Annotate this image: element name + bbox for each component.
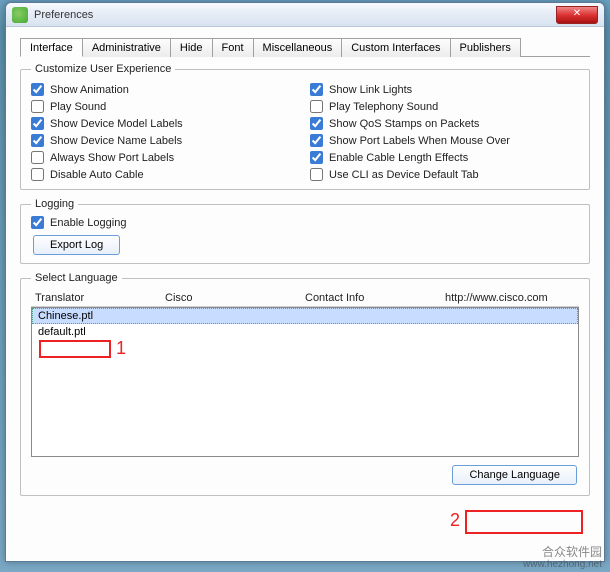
chk-enable-logging[interactable] [31,216,44,229]
lbl: Enable Logging [50,217,126,229]
opt-always-show-port-labels[interactable]: Always Show Port Labels [31,151,300,164]
col-translator: Translator [35,292,165,304]
chk-show-port-labels-mouseover[interactable] [310,134,323,147]
col-cisco: Cisco [165,292,305,304]
lbl: Show Device Name Labels [50,135,182,147]
group-select-language: Select Language Translator Cisco Contact… [20,272,590,496]
lbl: Always Show Port Labels [50,152,174,164]
opt-disable-auto-cable[interactable]: Disable Auto Cable [31,168,300,181]
tab-strip: Interface Administrative Hide Font Misce… [20,37,590,57]
lbl: Show Link Lights [329,84,412,96]
lbl: Enable Cable Length Effects [329,152,468,164]
lbl: Show QoS Stamps on Packets [329,118,479,130]
tab-publishers[interactable]: Publishers [450,38,521,57]
opt-enable-logging[interactable]: Enable Logging [31,216,579,229]
opt-show-link-lights[interactable]: Show Link Lights [310,83,579,96]
close-button[interactable]: ✕ [556,6,598,24]
group-logging: Logging Enable Logging Export Log [20,198,590,264]
chk-enable-cable-length-effects[interactable] [310,151,323,164]
options-grid: Show Animation Show Link Lights Play Sou… [31,81,579,181]
group-logging-legend: Logging [31,198,78,210]
titlebar[interactable]: Preferences ✕ [6,3,604,27]
chk-show-animation[interactable] [31,83,44,96]
lbl: Show Device Model Labels [50,118,183,130]
lbl: Use CLI as Device Default Tab [329,169,479,181]
chk-disable-auto-cable[interactable] [31,168,44,181]
opt-show-port-labels-mouseover[interactable]: Show Port Labels When Mouse Over [310,134,579,147]
tab-interface[interactable]: Interface [20,38,83,57]
lbl: Play Sound [50,101,106,113]
opt-show-device-model-labels[interactable]: Show Device Model Labels [31,117,300,130]
chk-show-device-model-labels[interactable] [31,117,44,130]
opt-enable-cable-length-effects[interactable]: Enable Cable Length Effects [310,151,579,164]
tab-hide[interactable]: Hide [170,38,213,57]
tab-miscellaneous[interactable]: Miscellaneous [253,38,343,57]
group-customize: Customize User Experience Show Animation… [20,63,590,190]
opt-use-cli-default-tab[interactable]: Use CLI as Device Default Tab [310,168,579,181]
app-icon [12,7,28,23]
chk-show-qos-stamps[interactable] [310,117,323,130]
opt-play-sound[interactable]: Play Sound [31,100,300,113]
lbl: Show Port Labels When Mouse Over [329,135,510,147]
language-row-default[interactable]: default.ptl [32,324,578,340]
lbl: Play Telephony Sound [329,101,438,113]
opt-show-animation[interactable]: Show Animation [31,83,300,96]
preferences-window: Preferences ✕ Interface Administrative H… [5,2,605,562]
lbl: Disable Auto Cable [50,169,144,181]
col-url: http://www.cisco.com [445,292,575,304]
language-list[interactable]: Chinese.ptl default.ptl [31,307,579,457]
chk-always-show-port-labels[interactable] [31,151,44,164]
tab-font[interactable]: Font [212,38,254,57]
client-area: Interface Administrative Hide Font Misce… [6,27,604,561]
chk-use-cli-default-tab[interactable] [310,168,323,181]
opt-show-qos-stamps[interactable]: Show QoS Stamps on Packets [310,117,579,130]
language-row-chinese[interactable]: Chinese.ptl [32,308,578,324]
col-contact: Contact Info [305,292,445,304]
opt-play-telephony-sound[interactable]: Play Telephony Sound [310,100,579,113]
chk-play-sound[interactable] [31,100,44,113]
lbl: Show Animation [50,84,129,96]
opt-show-device-name-labels[interactable]: Show Device Name Labels [31,134,300,147]
group-select-language-legend: Select Language [31,272,122,284]
tab-custom-interfaces[interactable]: Custom Interfaces [341,38,450,57]
chk-show-device-name-labels[interactable] [31,134,44,147]
change-language-button[interactable]: Change Language [452,465,577,485]
language-columns-header: Translator Cisco Contact Info http://www… [31,290,579,307]
export-log-button[interactable]: Export Log [33,235,120,255]
chk-play-telephony-sound[interactable] [310,100,323,113]
group-customize-legend: Customize User Experience [31,63,175,75]
chk-show-link-lights[interactable] [310,83,323,96]
tab-administrative[interactable]: Administrative [82,38,171,57]
window-title: Preferences [34,9,93,21]
